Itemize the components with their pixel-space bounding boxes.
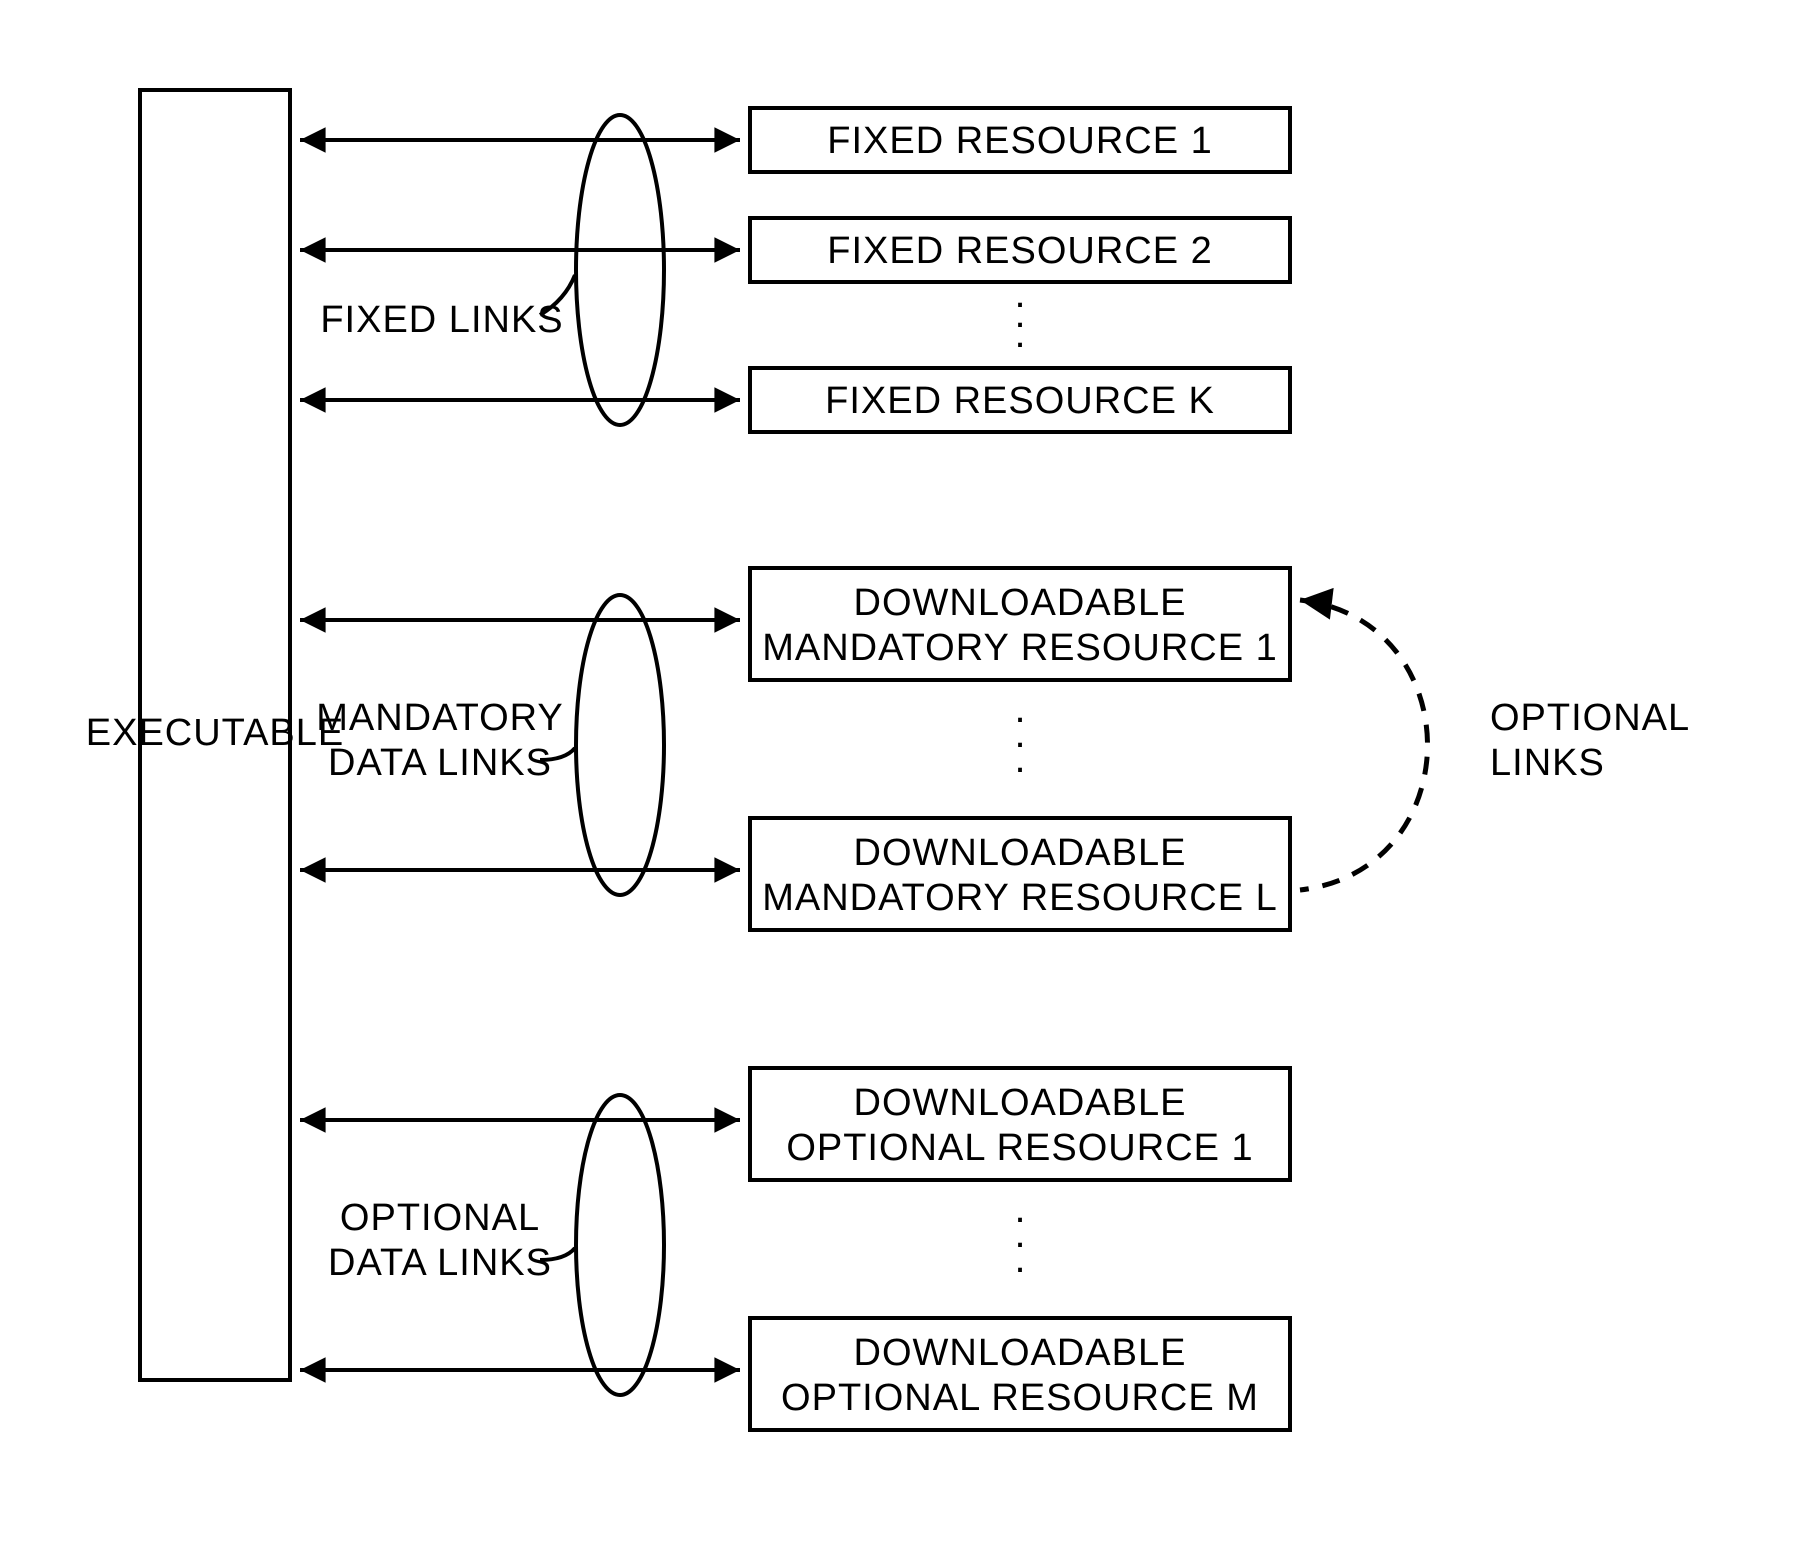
optional-data-links-label-2: DATA LINKS [328, 1242, 552, 1284]
optional-links-label-1: OPTIONAL [1490, 697, 1690, 739]
optional-data-links-label-1: OPTIONAL [340, 1197, 540, 1239]
optional-resource-m-label-1: DOWNLOADABLE [854, 1332, 1187, 1374]
mandatory-resource-1-label-1: DOWNLOADABLE [854, 582, 1187, 624]
mandatory-resource-1-label-2: MANDATORY RESOURCE 1 [762, 627, 1278, 669]
optional-resource-1-label-2: OPTIONAL RESOURCE 1 [786, 1127, 1253, 1169]
fixed-resource-2-label: FIXED RESOURCE 2 [827, 230, 1213, 272]
optional-vdots: · [1013, 1246, 1026, 1290]
fixed-resource-1-label: FIXED RESOURCE 1 [827, 120, 1213, 162]
optional-resource-m-label-2: OPTIONAL RESOURCE M [781, 1377, 1259, 1419]
optional-resource-1-label-1: DOWNLOADABLE [854, 1082, 1187, 1124]
mandatory-links-label-1: MANDATORY [316, 697, 564, 739]
optional-links-arc [1300, 600, 1428, 890]
mandatory-vdots: · [1013, 746, 1026, 790]
fixed-links-ellipse [576, 115, 664, 425]
mandatory-links-ellipse [576, 595, 664, 895]
mandatory-links-label-2: DATA LINKS [328, 742, 552, 784]
mandatory-resource-l-label-2: MANDATORY RESOURCE L [762, 877, 1278, 919]
mandatory-resource-l-label-1: DOWNLOADABLE [854, 832, 1187, 874]
optional-links-ellipse [576, 1095, 664, 1395]
fixed-resource-k-label: FIXED RESOURCE K [825, 380, 1215, 422]
fixed-vdots: · [1013, 321, 1026, 365]
fixed-links-label: FIXED LINKS [320, 299, 563, 341]
executable-label: EXECUTABLE [86, 712, 344, 754]
optional-links-label-2: LINKS [1490, 742, 1605, 784]
